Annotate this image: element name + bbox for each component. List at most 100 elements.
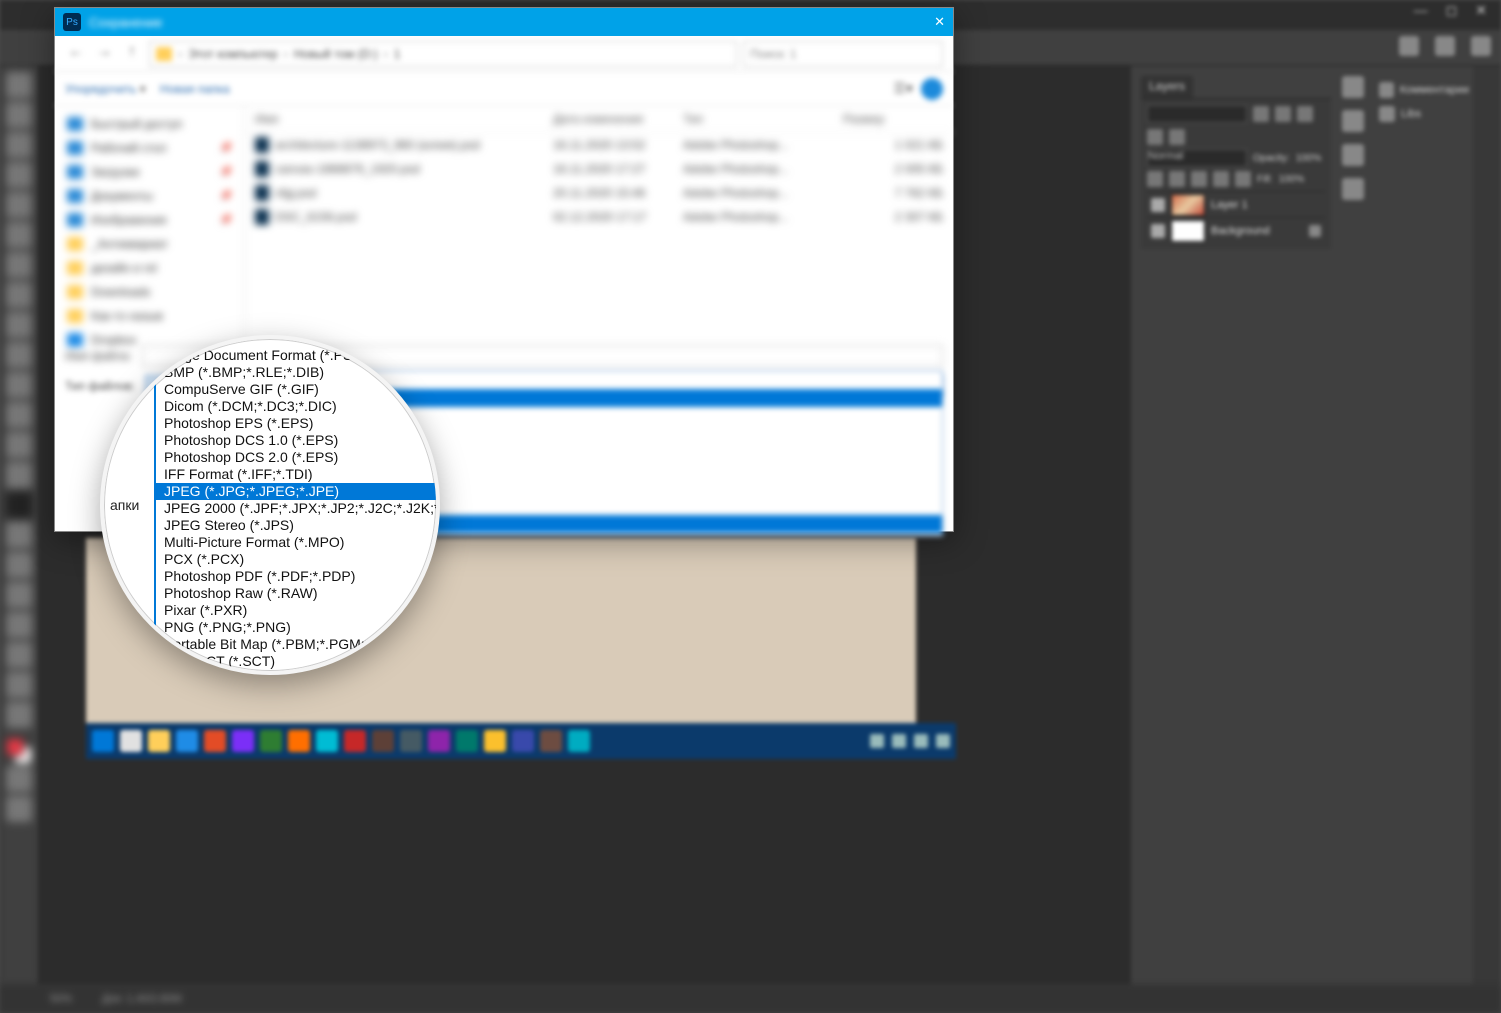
sidebar-item[interactable]: Быстрый доступ xyxy=(55,112,244,136)
opacity-value[interactable]: 100% xyxy=(1296,153,1322,164)
dialog-close[interactable]: ✕ xyxy=(934,14,945,30)
format-option[interactable]: JPEG (*.JPG;*.JPEG;*.JPE) xyxy=(156,483,440,500)
lasso-tool[interactable] xyxy=(6,132,32,158)
crumb-item[interactable]: 1 xyxy=(394,47,401,61)
window-close[interactable]: ✕ xyxy=(1475,2,1487,19)
view-options-icon[interactable]: ☰▾ xyxy=(893,80,913,97)
file-row[interactable]: vfgj.psd 20.11.2020 15:46 Adobe Photosho… xyxy=(245,181,953,205)
eyedropper-tool[interactable] xyxy=(6,252,32,278)
screenmode-toggle[interactable] xyxy=(6,796,32,822)
dodge-tool[interactable] xyxy=(6,492,32,518)
mini-panel-icon[interactable] xyxy=(1342,178,1364,200)
search-input[interactable]: Поиск: 1 xyxy=(743,41,943,67)
layer-name[interactable]: Background xyxy=(1211,225,1270,237)
sidebar-item[interactable]: дизайн и rel xyxy=(55,256,244,280)
nav-forward[interactable]: → xyxy=(93,43,115,65)
filter-icon[interactable] xyxy=(1253,106,1269,122)
lock-icon[interactable] xyxy=(1147,171,1163,187)
color-swatch[interactable] xyxy=(6,738,32,764)
file-row[interactable]: architecture-1138973_960 (копия).psd 16.… xyxy=(245,133,953,157)
sidebar-item[interactable]: Загрузки 📌 xyxy=(55,160,244,184)
mini-panel-icon[interactable] xyxy=(1342,144,1364,166)
blur-tool[interactable] xyxy=(6,462,32,488)
gradient-tool[interactable] xyxy=(6,432,32,458)
blend-mode-select[interactable]: Normal xyxy=(1147,149,1247,167)
format-option[interactable]: Photoshop DCS 2.0 (*.EPS) xyxy=(156,449,440,466)
history-brush-tool[interactable] xyxy=(6,372,32,398)
panel-libs[interactable]: Libs xyxy=(1379,102,1469,126)
format-option[interactable]: CompuServe GIF (*.GIF) xyxy=(156,381,440,398)
organize-button[interactable]: Упорядочить xyxy=(65,82,146,96)
move-tool[interactable] xyxy=(6,72,32,98)
visibility-icon[interactable] xyxy=(1151,198,1165,212)
mini-panel-icon[interactable] xyxy=(1342,76,1364,98)
lock-icon[interactable] xyxy=(1213,171,1229,187)
lock-icon[interactable] xyxy=(1235,171,1251,187)
col-date[interactable]: Дата изменения xyxy=(553,112,683,126)
heal-tool[interactable] xyxy=(6,282,32,308)
sidebar-item[interactable]: _Антиквариат xyxy=(55,232,244,256)
format-dropdown-list[interactable]: Large Document Format (*.PSB)BMP (*.BMP;… xyxy=(154,347,440,670)
panel-comments[interactable]: Комментарии xyxy=(1379,78,1469,102)
layer-row[interactable]: Layer 1 xyxy=(1147,191,1325,217)
format-option[interactable]: Large Document Format (*.PSB) xyxy=(156,347,440,364)
fill-value[interactable]: 100% xyxy=(1279,174,1305,185)
format-option[interactable]: Pixar (*.PXR) xyxy=(156,602,440,619)
filter-icon[interactable] xyxy=(1275,106,1291,122)
col-type[interactable]: Тип xyxy=(683,112,843,126)
lock-icon[interactable] xyxy=(1191,171,1207,187)
nav-back[interactable]: ← xyxy=(65,43,87,65)
format-option[interactable]: Dicom (*.DCM;*.DC3;*.DIC) xyxy=(156,398,440,415)
format-option[interactable]: BMP (*.BMP;*.RLE;*.DIB) xyxy=(156,364,440,381)
file-row[interactable]: canvas-1868879_1920.psd 16.11.2020 17:27… xyxy=(245,157,953,181)
lock-icon[interactable] xyxy=(1169,171,1185,187)
format-option[interactable]: Photoshop DCS 1.0 (*.EPS) xyxy=(156,432,440,449)
file-row[interactable]: DSC_6156.psd 02.12.2020 17:17 Adobe Phot… xyxy=(245,205,953,229)
format-option[interactable]: Photoshop PDF (*.PDF;*.PDP) xyxy=(156,568,440,585)
format-option[interactable]: Multi-Picture Format (*.MPO) xyxy=(156,534,440,551)
layer-filter[interactable] xyxy=(1147,105,1247,123)
nav-up[interactable]: ↑ xyxy=(121,43,143,65)
dialog-titlebar[interactable]: Ps Сохранение ✕ xyxy=(55,8,953,36)
file-header[interactable]: Имя Дата изменения Тип Размер xyxy=(245,106,953,133)
window-minimize[interactable]: — xyxy=(1414,2,1428,19)
visibility-icon[interactable] xyxy=(1151,224,1165,238)
eraser-tool[interactable] xyxy=(6,402,32,428)
wand-tool[interactable] xyxy=(6,162,32,188)
filter-icon[interactable] xyxy=(1147,129,1163,145)
filter-icon[interactable] xyxy=(1297,106,1313,122)
quickmask-toggle[interactable] xyxy=(6,766,32,792)
fg-color[interactable] xyxy=(6,738,24,756)
brush-tool[interactable] xyxy=(6,312,32,338)
format-option[interactable]: JPEG 2000 (*.JPF;*.JPX;*.JP2;*.J2C;*.J2K… xyxy=(156,500,440,517)
zoom-tool[interactable] xyxy=(6,672,32,698)
hand-tool[interactable] xyxy=(6,642,32,668)
sidebar-item[interactable]: Документы 📌 xyxy=(55,184,244,208)
format-option[interactable]: JPEG Stereo (*.JPS) xyxy=(156,517,440,534)
sidebar-item[interactable]: Изображения 📌 xyxy=(55,208,244,232)
layer-name[interactable]: Layer 1 xyxy=(1211,199,1248,211)
search-icon[interactable] xyxy=(1399,36,1419,56)
path-tool[interactable] xyxy=(6,582,32,608)
marquee-tool[interactable] xyxy=(6,102,32,128)
format-option[interactable]: Scitex CT (*.SCT) xyxy=(156,653,440,670)
workspace-icon[interactable] xyxy=(1435,36,1455,56)
col-size[interactable]: Размер xyxy=(843,112,943,126)
stamp-tool[interactable] xyxy=(6,342,32,368)
pen-tool[interactable] xyxy=(6,522,32,548)
layers-tab[interactable]: Layers xyxy=(1141,76,1193,98)
window-maximize[interactable]: ◻ xyxy=(1446,2,1458,19)
format-option[interactable]: Photoshop EPS (*.EPS) xyxy=(156,415,440,432)
share-icon[interactable] xyxy=(1471,36,1491,56)
crumb-item[interactable]: Этот компьютер xyxy=(188,47,278,61)
sidebar-item[interactable]: Downloads xyxy=(55,280,244,304)
shape-tool[interactable] xyxy=(6,612,32,638)
format-option[interactable]: PCX (*.PCX) xyxy=(156,551,440,568)
type-tool[interactable] xyxy=(6,552,32,578)
crumb-item[interactable]: Новый том (D:) xyxy=(294,47,378,61)
status-zoom[interactable]: 50% xyxy=(50,993,72,1005)
edit-toolbar[interactable] xyxy=(6,702,32,728)
sidebar-item[interactable]: Рабочий стол 📌 xyxy=(55,136,244,160)
col-name[interactable]: Имя xyxy=(255,112,553,126)
filter-icon[interactable] xyxy=(1169,129,1185,145)
